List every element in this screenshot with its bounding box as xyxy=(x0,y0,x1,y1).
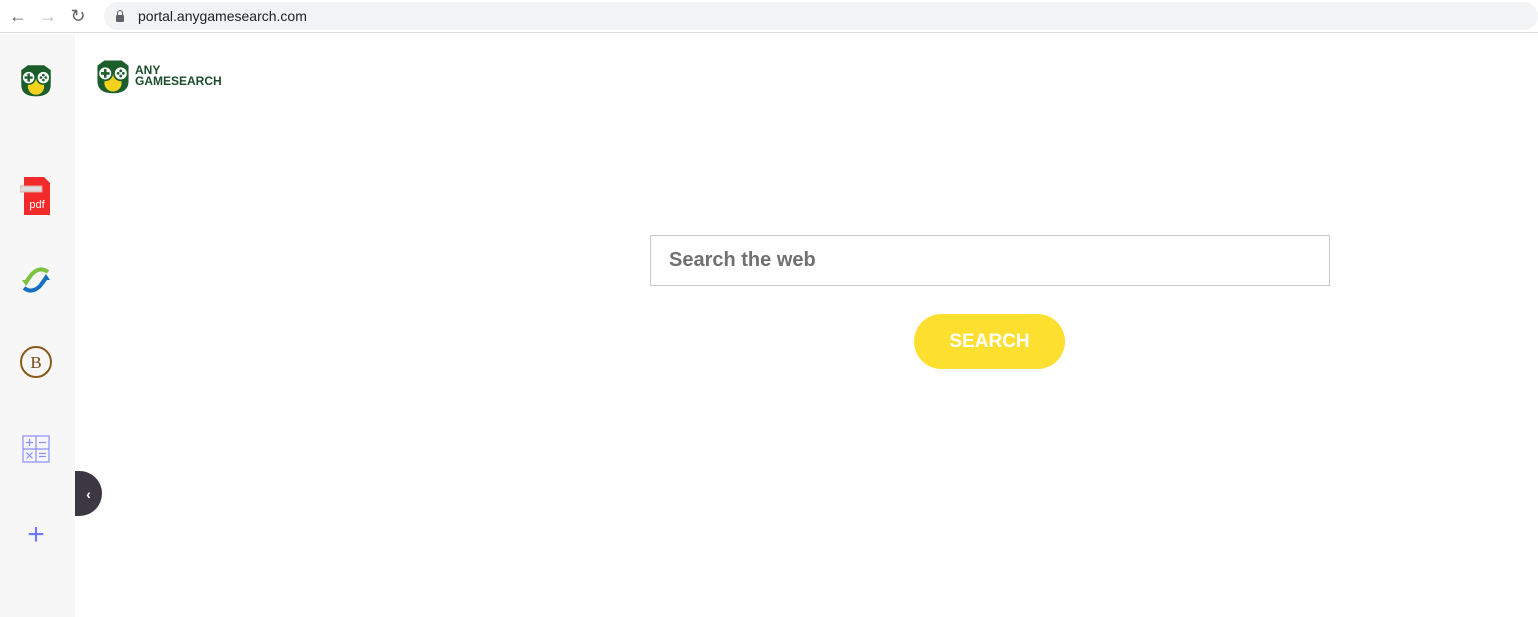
forward-icon[interactable]: → xyxy=(33,6,63,27)
browser-toolbar: ← → ↻ portal.anygamesearch.com xyxy=(0,0,1538,33)
svg-text:B: B xyxy=(30,353,41,372)
address-bar[interactable]: portal.anygamesearch.com xyxy=(104,2,1538,30)
sidebar-collapse-button[interactable]: ‹ xyxy=(75,471,102,516)
lock-icon xyxy=(116,9,124,22)
plus-icon[interactable]: + xyxy=(18,517,54,553)
url-text: portal.anygamesearch.com xyxy=(138,8,307,24)
search-placeholder: Search the web xyxy=(669,249,816,271)
svg-text:pdf: pdf xyxy=(29,199,45,211)
bitcoin-icon[interactable]: B xyxy=(18,344,54,380)
pdf-icon[interactable]: pdf xyxy=(18,177,54,215)
convert-arrows-icon[interactable] xyxy=(18,262,54,298)
logo-text-gamesearch: GAMESEARCH xyxy=(135,74,222,88)
reload-icon[interactable]: ↻ xyxy=(63,6,93,27)
search-button[interactable]: SEARCH xyxy=(914,314,1065,369)
sidebar: pdf B + xyxy=(0,34,75,617)
owl-logo-icon[interactable] xyxy=(18,62,54,98)
search-input[interactable]: Search the web xyxy=(650,235,1330,286)
calculator-icon[interactable] xyxy=(18,431,54,467)
anygamesearch-logo[interactable]: ANY GAMESEARCH xyxy=(94,57,222,95)
chevron-left-icon: ‹ xyxy=(86,485,91,502)
back-icon[interactable]: ← xyxy=(3,6,33,27)
